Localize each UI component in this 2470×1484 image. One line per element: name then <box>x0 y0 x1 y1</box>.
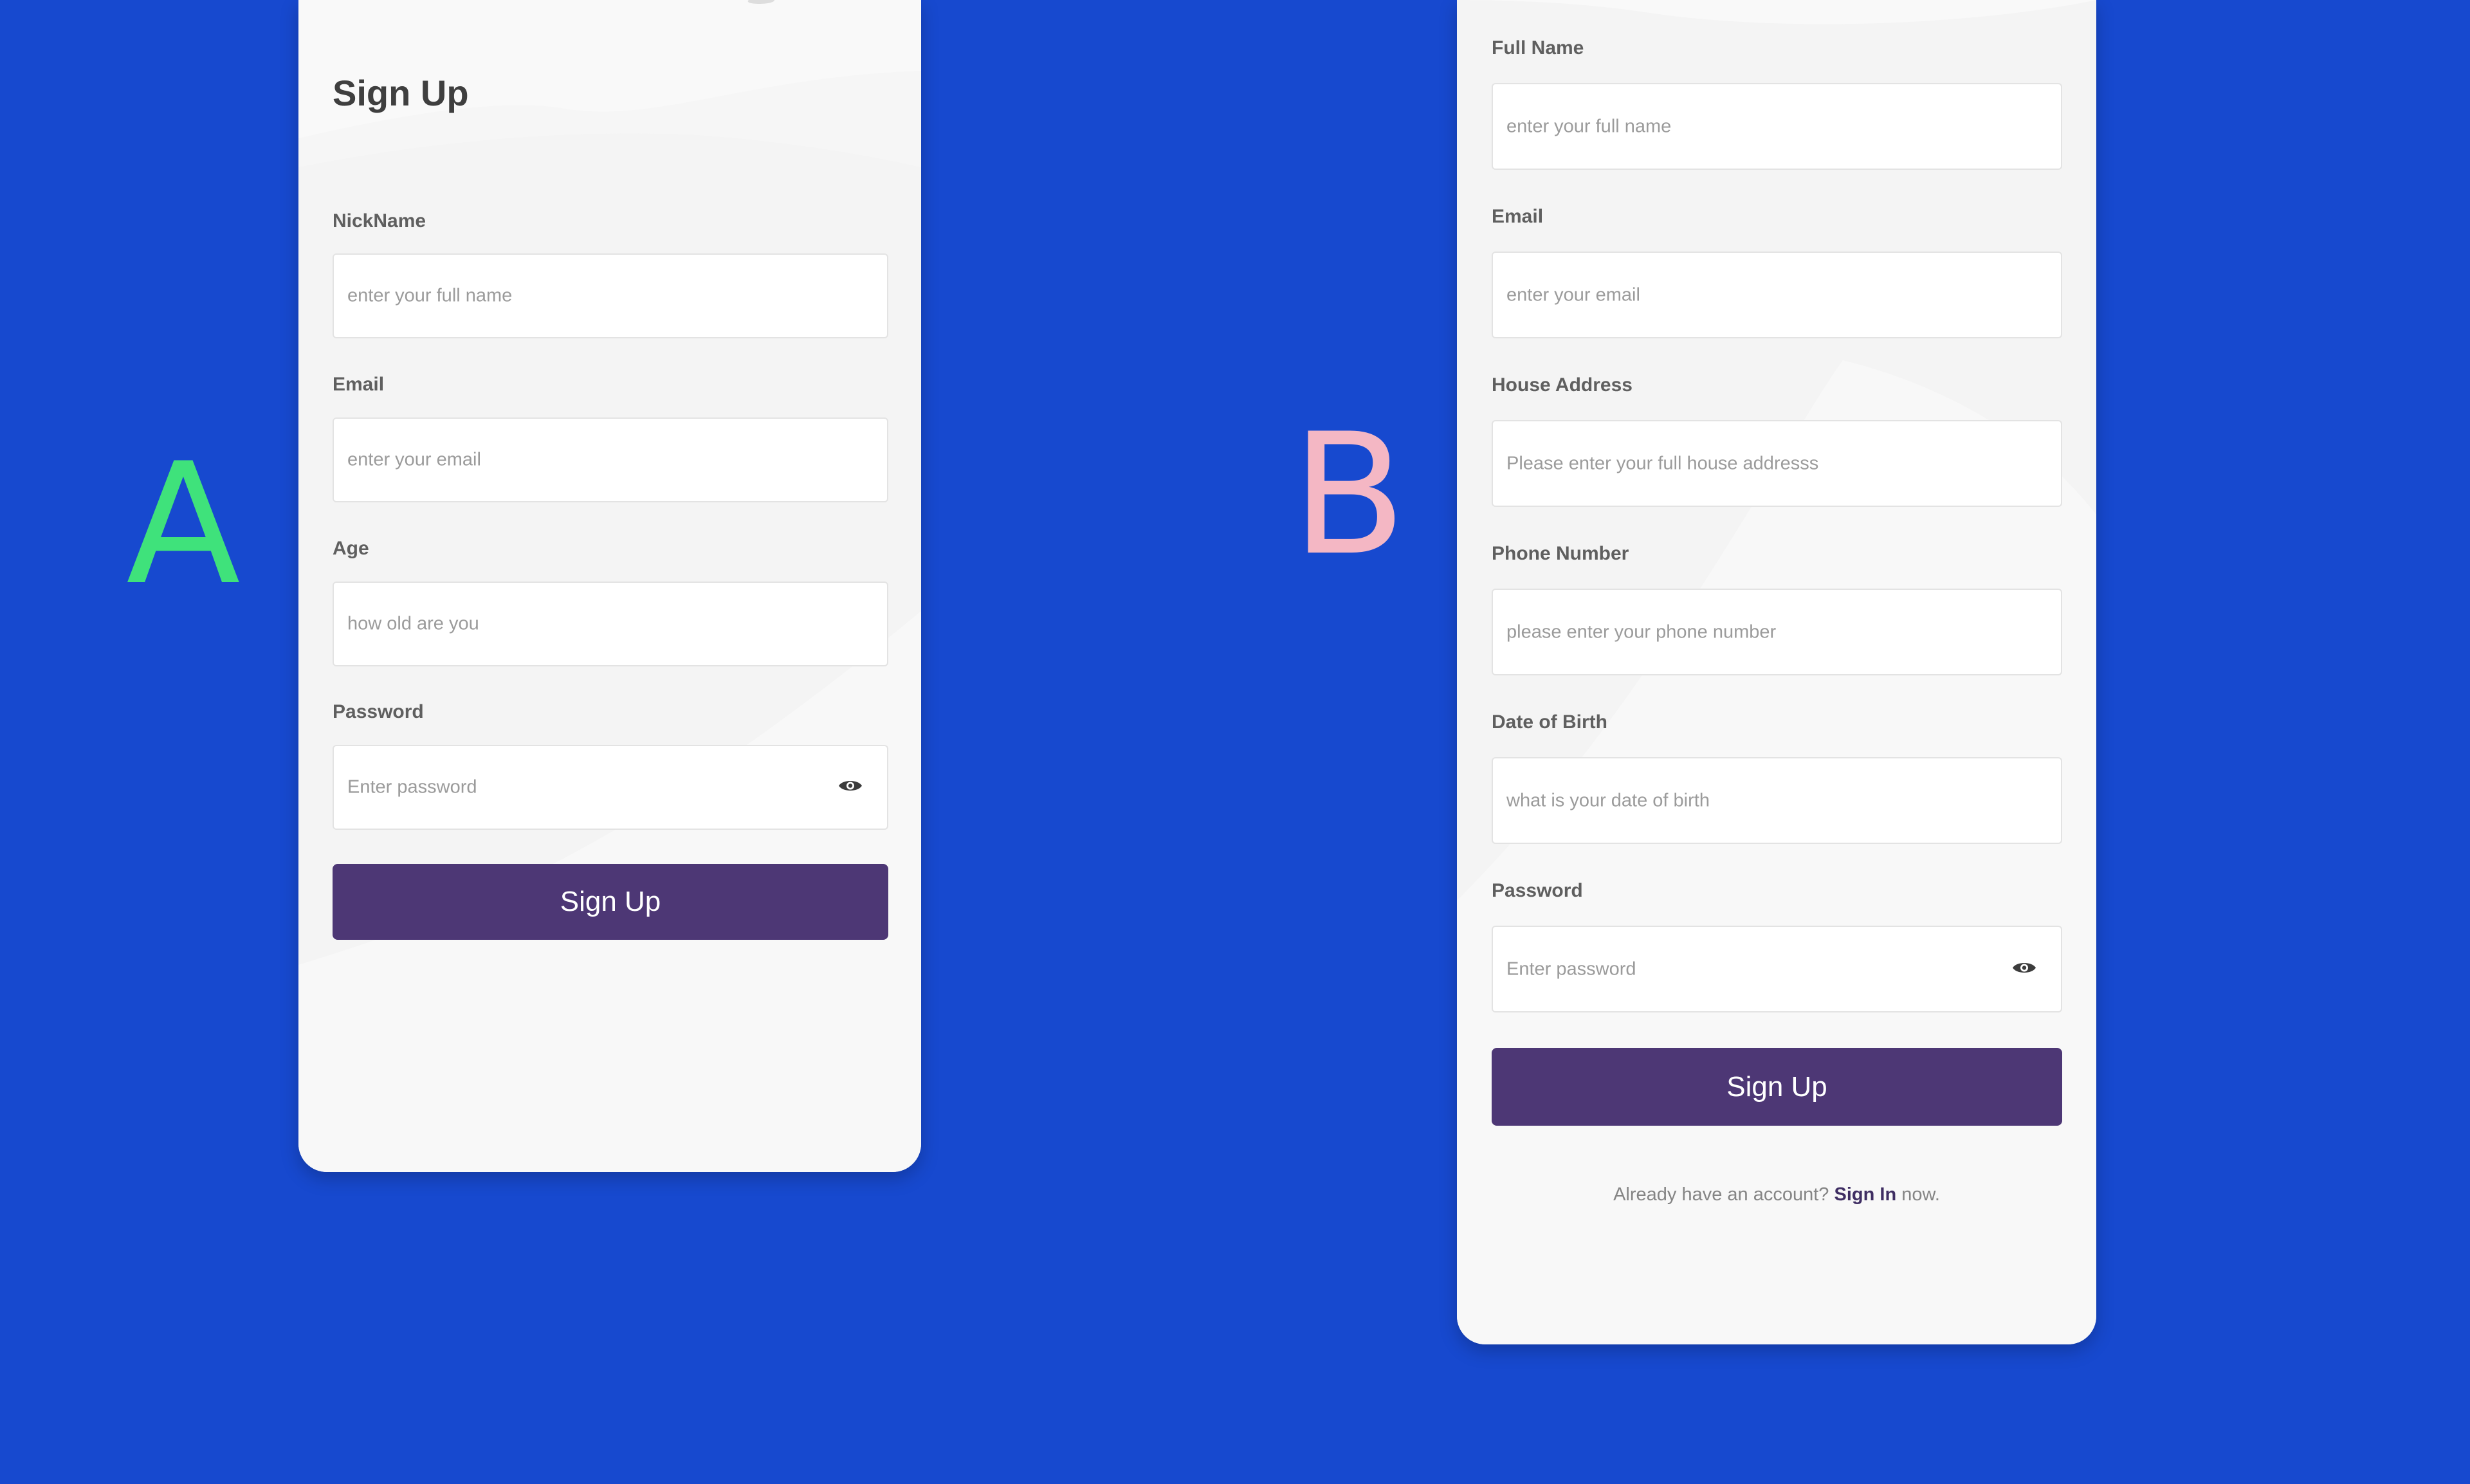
house-address-field[interactable]: Please enter your full house addresss <box>1492 420 2062 507</box>
full-name-placeholder: enter your full name <box>1506 116 1672 136</box>
sign-in-prompt: Already have an account? Sign In now. <box>1457 1184 2096 1205</box>
sign-up-button[interactable]: Sign Up <box>1492 1048 2062 1126</box>
age-label: Age <box>333 538 369 559</box>
full-name-field[interactable]: enter your full name <box>1492 83 2062 170</box>
date-of-birth-field[interactable]: what is your date of birth <box>1492 757 2062 844</box>
email-placeholder: enter your email <box>1506 284 1640 305</box>
date-of-birth-placeholder: what is your date of birth <box>1506 790 1710 811</box>
nickname-field[interactable]: enter your full name <box>333 253 888 338</box>
password-placeholder: Enter password <box>1506 958 1636 979</box>
password-field[interactable]: Enter password <box>1492 926 2062 1012</box>
phone-number-label: Phone Number <box>1492 543 1629 564</box>
email-field[interactable]: enter your email <box>333 417 888 502</box>
variant-a-label: A <box>126 428 241 622</box>
house-address-placeholder: Please enter your full house addresss <box>1506 453 1819 473</box>
full-name-label: Full Name <box>1492 37 1584 59</box>
eye-icon[interactable] <box>2012 960 2036 978</box>
sign-up-button[interactable]: Sign Up <box>333 864 888 940</box>
sign-in-prompt-suffix: now. <box>1901 1184 1940 1205</box>
variant-b-label: B <box>1292 398 1407 592</box>
nickname-label: NickName <box>333 210 426 232</box>
password-placeholder: Enter password <box>347 776 477 798</box>
signup-card-b: Full Name enter your full name Email ent… <box>1457 0 2096 1344</box>
nickname-placeholder: enter your full name <box>347 285 513 306</box>
house-address-label: House Address <box>1492 374 1633 396</box>
eye-icon[interactable] <box>838 778 863 797</box>
date-of-birth-label: Date of Birth <box>1492 711 1607 733</box>
phone-number-field[interactable]: please enter your phone number <box>1492 589 2062 675</box>
phone-number-placeholder: please enter your phone number <box>1506 621 1777 642</box>
password-field[interactable]: Enter password <box>333 745 888 830</box>
email-field[interactable]: enter your email <box>1492 252 2062 338</box>
password-label: Password <box>1492 880 1583 901</box>
email-placeholder: enter your email <box>347 449 481 470</box>
sign-in-prompt-prefix: Already have an account? <box>1613 1184 1829 1205</box>
sign-in-link[interactable]: Sign In <box>1834 1184 1897 1205</box>
email-label: Email <box>1492 206 1544 227</box>
password-label: Password <box>333 701 424 722</box>
age-field[interactable]: how old are you <box>333 582 888 666</box>
page-title: Sign Up <box>333 73 469 113</box>
signup-card-a: Sign Up NickName enter your full name Em… <box>298 0 921 1172</box>
email-label: Email <box>333 374 385 395</box>
age-placeholder: how old are you <box>347 613 479 634</box>
